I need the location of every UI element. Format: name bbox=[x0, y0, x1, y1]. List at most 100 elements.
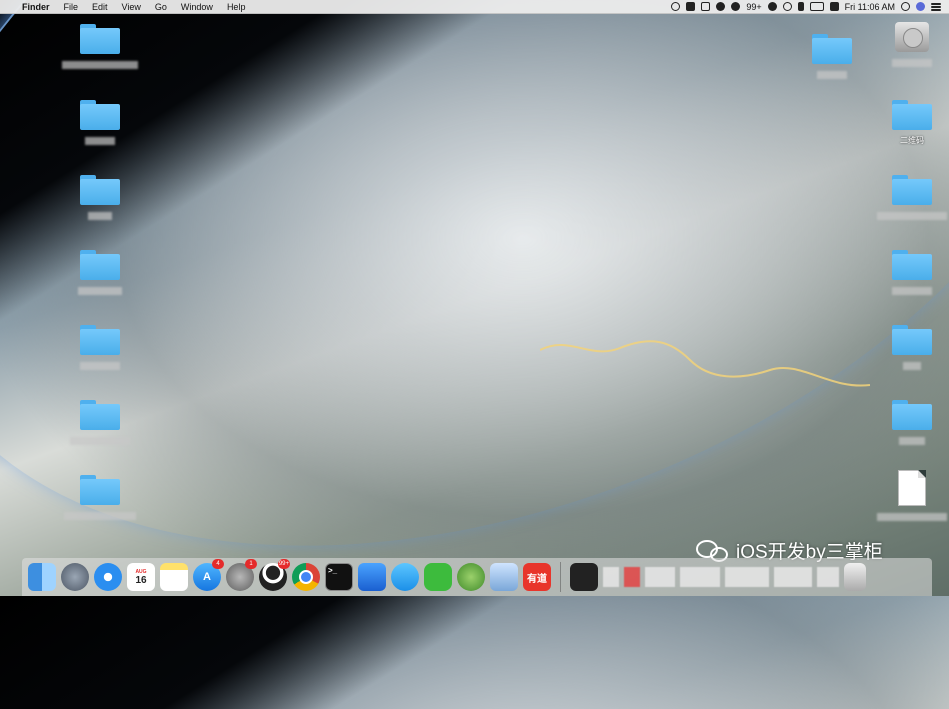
menu-app-finder[interactable]: Finder bbox=[22, 2, 50, 12]
battery-icon[interactable] bbox=[809, 2, 824, 11]
folder-icon bbox=[892, 100, 932, 130]
desktop-folder-1[interactable] bbox=[60, 24, 140, 72]
folder-label-blurred bbox=[64, 511, 136, 520]
folder-icon bbox=[892, 250, 932, 280]
folder-icon bbox=[80, 475, 120, 505]
qq-status-icon[interactable] bbox=[671, 2, 681, 11]
app-store-icon[interactable]: A 4 bbox=[193, 559, 224, 591]
folder-icon bbox=[892, 175, 932, 205]
document-label-blurred bbox=[877, 512, 947, 521]
minimized-window-icon[interactable] bbox=[570, 563, 598, 591]
volume-icon[interactable] bbox=[797, 2, 804, 11]
vpn-icon[interactable] bbox=[767, 2, 777, 11]
folder-label-blurred bbox=[80, 361, 120, 370]
blurred-item[interactable] bbox=[680, 567, 720, 587]
wifi-icon[interactable] bbox=[782, 2, 792, 11]
desktop-folder-2[interactable] bbox=[60, 100, 140, 148]
desktop-document[interactable] bbox=[872, 470, 949, 524]
document-icon bbox=[898, 470, 926, 506]
terminal-icon[interactable]: >_ bbox=[325, 563, 353, 591]
qq-badge: 99+ bbox=[277, 559, 290, 569]
user-avatar-icon[interactable] bbox=[916, 2, 925, 11]
desktop-folder-3[interactable] bbox=[60, 175, 140, 223]
qq-icon[interactable]: 99+ bbox=[259, 559, 290, 591]
notes-icon[interactable] bbox=[160, 563, 188, 591]
desktop-folder-r5[interactable] bbox=[872, 400, 949, 448]
desktop-folder-r4[interactable] bbox=[872, 325, 949, 373]
sync-icon[interactable] bbox=[829, 2, 839, 11]
menu-help[interactable]: Help bbox=[227, 2, 246, 12]
desktop-folder-5[interactable] bbox=[60, 325, 140, 373]
river-glint bbox=[540, 340, 870, 387]
dingtalk-icon[interactable] bbox=[391, 563, 419, 591]
finder-icon[interactable] bbox=[28, 563, 56, 591]
folder-label-blurred bbox=[817, 70, 847, 79]
folder-label-qrcode: 二维码 bbox=[900, 136, 924, 145]
folder-label-blurred bbox=[70, 436, 130, 445]
wechat-status-icon[interactable] bbox=[716, 2, 726, 11]
menu-go[interactable]: Go bbox=[155, 2, 167, 12]
blurred-item[interactable] bbox=[603, 567, 619, 587]
grid-icon[interactable] bbox=[701, 2, 711, 11]
microphone-icon[interactable] bbox=[686, 2, 696, 11]
folder-icon bbox=[892, 400, 932, 430]
menu-window[interactable]: Window bbox=[181, 2, 213, 12]
launchpad-icon[interactable] bbox=[61, 563, 89, 591]
dock-separator bbox=[560, 562, 561, 592]
desktop-folder-r2[interactable] bbox=[872, 175, 949, 223]
desktop-folder-6[interactable] bbox=[60, 400, 140, 448]
folder-icon bbox=[80, 100, 120, 130]
chrome-icon[interactable] bbox=[292, 563, 320, 591]
desktop-folder-r0[interactable] bbox=[792, 34, 872, 82]
desktop-hard-drive[interactable] bbox=[872, 22, 949, 70]
youdao-icon[interactable]: 有道 bbox=[523, 563, 551, 591]
hard-drive-icon bbox=[895, 22, 929, 52]
folder-icon bbox=[892, 325, 932, 355]
folder-icon bbox=[80, 400, 120, 430]
folder-label-blurred bbox=[88, 211, 112, 220]
menu-file[interactable]: File bbox=[64, 2, 79, 12]
android-studio-icon[interactable] bbox=[457, 563, 485, 591]
folder-icon bbox=[80, 250, 120, 280]
blurred-item[interactable] bbox=[645, 567, 675, 587]
menu-clock[interactable]: Fri 11:06 AM bbox=[845, 2, 895, 12]
folder-icon bbox=[80, 325, 120, 355]
drive-label-blurred bbox=[892, 58, 932, 67]
blurred-item[interactable] bbox=[624, 567, 640, 587]
system-preferences-badge: 1 bbox=[245, 559, 257, 569]
folder-label-blurred bbox=[903, 361, 921, 370]
menu-edit[interactable]: Edit bbox=[92, 2, 108, 12]
system-preferences-icon[interactable]: 1 bbox=[226, 559, 257, 591]
trash-icon[interactable] bbox=[844, 563, 866, 591]
preview-icon[interactable] bbox=[490, 563, 518, 591]
calendar-day: 16 bbox=[135, 574, 147, 586]
youdao-label: 有道 bbox=[527, 573, 547, 585]
desktop-folder-7[interactable] bbox=[60, 475, 140, 523]
folder-label-blurred bbox=[899, 436, 925, 445]
bell-icon[interactable] bbox=[731, 2, 741, 11]
spotlight-icon[interactable] bbox=[901, 2, 910, 11]
desktop-folder-r3[interactable] bbox=[872, 250, 949, 298]
notification-center-icon[interactable] bbox=[931, 5, 941, 8]
folder-label-blurred bbox=[78, 286, 122, 295]
folder-label-blurred bbox=[877, 211, 947, 220]
xcode-icon[interactable] bbox=[358, 563, 386, 591]
blurred-item[interactable] bbox=[725, 567, 769, 587]
safari-icon[interactable] bbox=[94, 563, 122, 591]
folder-label-blurred bbox=[62, 60, 138, 69]
status-area: 99+ Fri 11:06 AM bbox=[671, 0, 941, 13]
blurred-item[interactable] bbox=[817, 567, 839, 587]
dock: AUG 16 A 4 1 99+ >_ 有道 bbox=[22, 558, 932, 596]
folder-icon bbox=[812, 34, 852, 64]
desktop-folder-4[interactable] bbox=[60, 250, 140, 298]
folder-label-blurred bbox=[892, 286, 932, 295]
folder-icon bbox=[80, 175, 120, 205]
desktop-folder-qrcode[interactable]: 二维码 bbox=[872, 100, 949, 148]
wechat-dock-icon[interactable] bbox=[424, 563, 452, 591]
blurred-item[interactable] bbox=[774, 567, 812, 587]
notification-count: 99+ bbox=[746, 1, 762, 12]
menu-view[interactable]: View bbox=[122, 2, 141, 12]
folder-icon bbox=[80, 24, 120, 54]
calendar-icon[interactable]: AUG 16 bbox=[127, 563, 155, 591]
folder-label-blurred bbox=[85, 136, 115, 145]
